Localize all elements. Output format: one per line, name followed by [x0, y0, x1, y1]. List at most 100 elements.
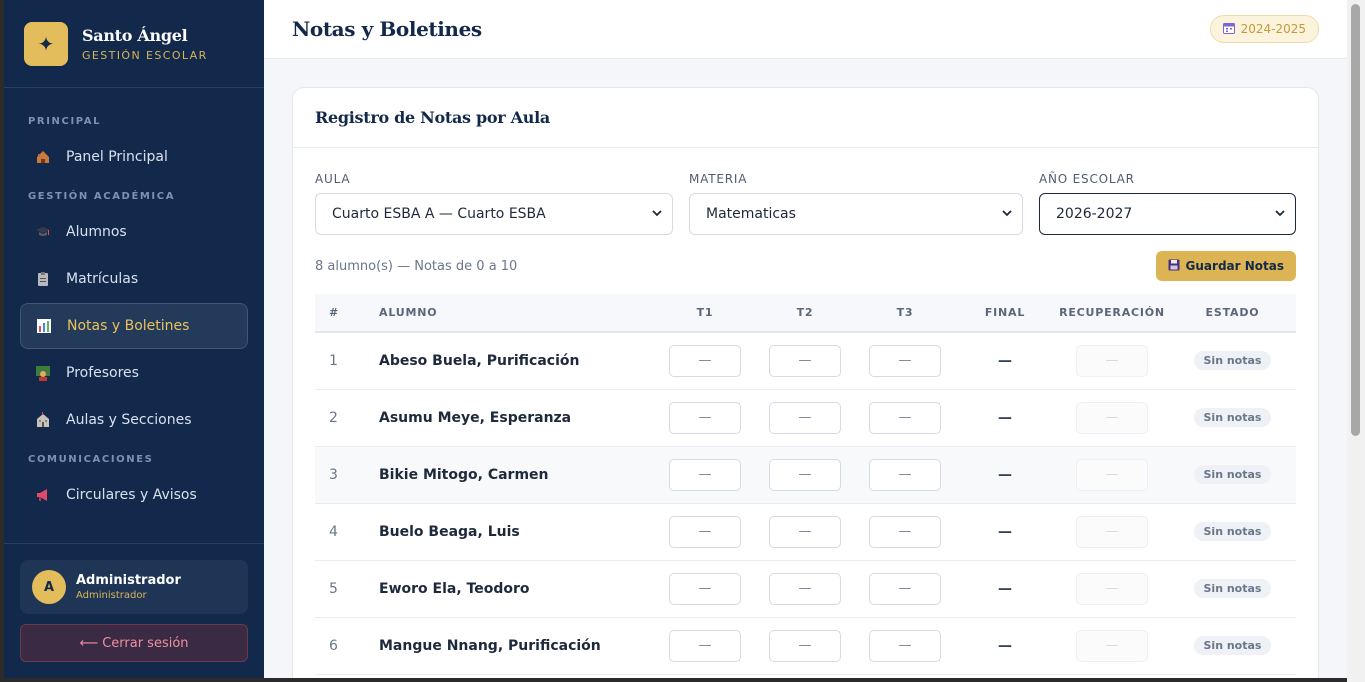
bar-chart-icon	[35, 317, 53, 335]
row-number: 1	[329, 352, 338, 369]
sidebar-item-notas-boletines[interactable]: Notas y Boletines	[20, 303, 248, 349]
grade-input-t2[interactable]: —	[769, 572, 841, 605]
sidebar-item-profesores[interactable]: Profesores	[20, 350, 248, 396]
sidebar-item-alumnos[interactable]: Alumnos	[20, 209, 248, 255]
status-badge: Sin notas	[1193, 579, 1272, 598]
materia-field: MATERIA Matematicas	[689, 172, 1023, 235]
grade-input-t2[interactable]: —	[769, 629, 841, 662]
anio-select[interactable]: 2026-2027	[1039, 193, 1296, 235]
sidebar-item-label: Notas y Boletines	[67, 318, 190, 334]
materia-label: MATERIA	[689, 172, 748, 186]
table-row: 3 Bikie Mitogo, Carmen — — — — — Sin not…	[315, 446, 1296, 503]
grade-input-t1[interactable]: —	[669, 515, 741, 548]
clipboard-icon	[34, 270, 52, 288]
grade-input-t1[interactable]: —	[669, 344, 741, 377]
final-grade: —	[998, 523, 1012, 540]
chevron-down-icon	[1002, 209, 1012, 220]
grade-input-t3[interactable]: —	[869, 629, 941, 662]
status-badge: Sin notas	[1193, 351, 1272, 371]
grades-table: # ALUMNO T1 T2 T3 FINAL RECUPERACIÓN EST…	[315, 294, 1296, 675]
student-name: Buelo Beaga, Luis	[379, 523, 520, 540]
row-number: 3	[329, 466, 338, 483]
final-grade: —	[998, 580, 1012, 597]
logout-button[interactable]: ⟵ Cerrar sesión	[20, 624, 248, 662]
scrollbar-thumb[interactable]	[1351, 4, 1360, 436]
grade-input-t2[interactable]: —	[769, 458, 841, 491]
materia-select[interactable]: Matematicas	[689, 193, 1023, 235]
grade-input-t3[interactable]: —	[869, 515, 941, 548]
table-row: 2 Asumu Meye, Esperanza — — — — — Sin no…	[315, 389, 1296, 446]
grade-input-t1[interactable]: —	[669, 572, 741, 605]
row-number: 6	[329, 637, 338, 654]
student-name: Asumu Meye, Esperanza	[379, 409, 572, 426]
brand-name: Santo Ángel	[82, 25, 188, 45]
recuperacion-input: —	[1076, 401, 1148, 434]
col-alumno: ALUMNO	[365, 294, 655, 333]
recuperacion-input: —	[1076, 572, 1148, 605]
sidebar-item-label: Profesores	[66, 365, 139, 381]
grades-toolbar: 8 alumno(s) — Notas de 0 a 10 Guardar No…	[315, 250, 1296, 282]
brand-subtitle: GESTIÓN ESCOLAR	[82, 48, 208, 62]
sidebar-item-label: Aulas y Secciones	[66, 412, 192, 428]
year-badge[interactable]: 2024-2025	[1209, 15, 1319, 43]
status-badge: Sin notas	[1193, 408, 1272, 427]
final-grade: —	[998, 637, 1012, 654]
topbar: Notas y Boletines 2024-2025	[264, 0, 1347, 59]
row-number: 2	[329, 409, 338, 426]
house-icon	[34, 148, 52, 166]
grade-input-t1[interactable]: —	[669, 629, 741, 662]
grade-input-t3[interactable]: —	[869, 572, 941, 605]
main-content: Notas y Boletines 2024-2025 Registro de …	[264, 0, 1347, 678]
floppy-disk-icon	[1168, 259, 1180, 274]
grade-input-t3[interactable]: —	[869, 458, 941, 491]
brand: ✦ Santo Ángel GESTIÓN ESCOLAR	[4, 0, 264, 88]
grades-card: Registro de Notas por Aula AULA Cuarto E…	[292, 87, 1319, 678]
grade-input-t2[interactable]: —	[769, 401, 841, 434]
nav-section-comunicaciones: COMUNICACIONES	[28, 454, 154, 465]
anio-select-value: 2026-2027	[1056, 206, 1133, 222]
aula-select[interactable]: Cuarto ESBA A — Cuarto ESBA	[315, 193, 673, 235]
recuperacion-input: —	[1076, 344, 1148, 377]
col-final: FINAL	[955, 294, 1055, 333]
grade-input-t1[interactable]: —	[669, 401, 741, 434]
sidebar-item-circulares-avisos[interactable]: Circulares y Avisos	[20, 472, 248, 518]
sidebar-item-matriculas[interactable]: Matrículas	[20, 256, 248, 302]
table-row: 1 Abeso Buela, Purificación — — — — — Si…	[315, 332, 1296, 389]
user-role: Administrador	[76, 590, 147, 601]
sidebar: ✦ Santo Ángel GESTIÓN ESCOLAR PRINCIPAL …	[4, 0, 264, 678]
final-grade: —	[998, 352, 1012, 369]
grade-input-t2[interactable]: —	[769, 515, 841, 548]
col-recuperacion: RECUPERACIÓN	[1055, 294, 1169, 333]
sidebar-item-label: Panel Principal	[66, 149, 168, 165]
table-row: 6 Mangue Nnang, Purificación — — — — — S…	[315, 617, 1296, 674]
grade-input-t1[interactable]: —	[669, 458, 741, 491]
table-row: 4 Buelo Beaga, Luis — — — — — Sin notas	[315, 503, 1296, 560]
grade-input-t3[interactable]: —	[869, 344, 941, 377]
nav-section-principal: PRINCIPAL	[28, 116, 102, 127]
sidebar-nav: PRINCIPAL Panel Principal GESTIÓN ACADÉM…	[4, 88, 264, 543]
avatar: A	[32, 570, 66, 604]
calendar-icon	[1222, 22, 1235, 37]
student-name: Abeso Buela, Purificación	[379, 352, 580, 369]
sidebar-item-panel-principal[interactable]: Panel Principal	[20, 134, 248, 180]
grade-input-t3[interactable]: —	[869, 401, 941, 434]
row-number: 5	[329, 580, 338, 597]
status-badge: Sin notas	[1193, 636, 1272, 655]
recuperacion-input: —	[1076, 515, 1148, 548]
recuperacion-input: —	[1076, 629, 1148, 662]
graduation-cap-icon	[34, 223, 52, 241]
teacher-icon	[34, 364, 52, 382]
aula-label: AULA	[315, 172, 351, 186]
save-grades-button[interactable]: Guardar Notas	[1155, 251, 1296, 281]
chevron-down-icon	[652, 209, 662, 220]
grade-input-t2[interactable]: —	[769, 344, 841, 377]
table-row: 5 Eworo Ela, Teodoro — — — — — Sin notas	[315, 560, 1296, 617]
final-grade: —	[998, 409, 1012, 426]
page-scrollbar[interactable]	[1347, 0, 1365, 682]
student-name: Bikie Mitogo, Carmen	[379, 466, 549, 483]
card-title: Registro de Notas por Aula	[315, 108, 550, 127]
sidebar-item-label: Alumnos	[66, 224, 127, 240]
sidebar-item-aulas-secciones[interactable]: Aulas y Secciones	[20, 397, 248, 443]
save-grades-label: Guardar Notas	[1185, 259, 1284, 273]
megaphone-icon	[34, 486, 52, 504]
